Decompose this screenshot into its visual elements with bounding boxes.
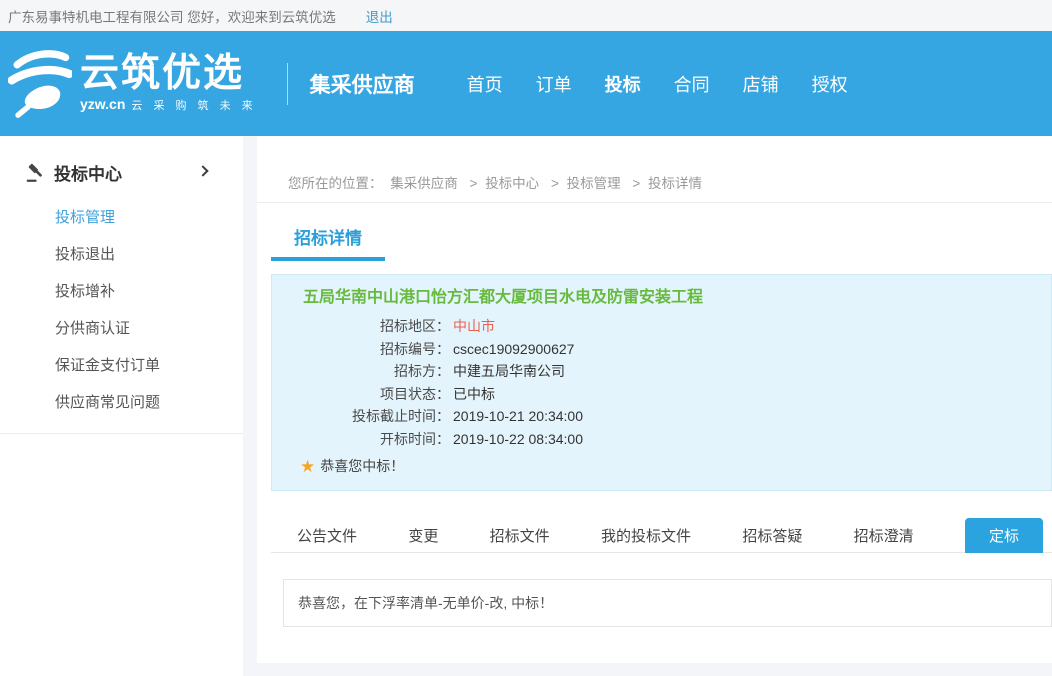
sidebar-section-bid-center[interactable]: 投标中心 <box>0 136 243 185</box>
congrats-row: ★ 恭喜您中标！ <box>300 456 1051 476</box>
tab-award[interactable]: 定标 <box>965 518 1043 553</box>
sidebar-item-bid-supplement[interactable]: 投标增补 <box>0 273 243 310</box>
breadcrumb-separator: > <box>632 176 640 191</box>
sidebar-item-supplier-certification[interactable]: 分供商认证 <box>0 310 243 347</box>
breadcrumb-bid-center[interactable]: 投标中心 <box>485 176 539 191</box>
sidebar-item-deposit-payment-orders[interactable]: 保证金支付订单 <box>0 347 243 384</box>
sidebar-item-supplier-faq[interactable]: 供应商常见问题 <box>0 384 243 421</box>
main-panel: 您所在的位置： 集采供应商 > 投标中心 > 投标管理 > 投标详情 招标详情 … <box>257 136 1052 663</box>
field-label: 招标编号： <box>272 338 450 361</box>
field-value-tender-number: cscec19092900627 <box>453 338 574 361</box>
nav-contracts[interactable]: 合同 <box>674 71 710 97</box>
tender-info-box: 五局华南中山港口怡方汇都大厦项目水电及防雷安装工程 招标地区： 中山市 招标编号… <box>271 274 1052 491</box>
main-column: 您所在的位置： 集采供应商 > 投标中心 > 投标管理 > 投标详情 招标详情 … <box>257 136 1052 676</box>
sidebar-divider <box>0 433 243 434</box>
field-label: 开标时间： <box>272 428 450 451</box>
brand-domain: yzw.cn <box>80 96 125 112</box>
field-row-tender-number: 招标编号： cscec19092900627 <box>272 338 1051 361</box>
brand-text: 云筑优选 yzw.cn 云 采 购 筑 未 来 <box>80 54 257 114</box>
project-fields: 招标地区： 中山市 招标编号： cscec19092900627 招标方： 中建… <box>272 315 1051 450</box>
tab-tender-qa[interactable]: 招标答疑 <box>742 525 802 546</box>
field-label: 招标方： <box>272 360 450 383</box>
field-label: 招标地区： <box>272 315 450 338</box>
breadcrumb-bid-management[interactable]: 投标管理 <box>567 176 621 191</box>
field-value-tenderer: 中建五局华南公司 <box>453 360 565 383</box>
breadcrumb-separator: > <box>551 176 559 191</box>
detail-tabs: 公告文件 变更 招标文件 我的投标文件 招标答疑 招标澄清 定标 <box>271 518 1052 553</box>
portal-title: 集采供应商 <box>310 69 415 99</box>
sidebar-menu: 投标管理 投标退出 投标增补 分供商认证 保证金支付订单 供应商常见问题 <box>0 199 243 421</box>
field-value-project-status: 已中标 <box>453 383 495 406</box>
field-value-bid-opening-time: 2019-10-22 08:34:00 <box>453 428 583 451</box>
nav-bidding[interactable]: 投标 <box>605 71 641 97</box>
brand-tagline: yzw.cn 云 采 购 筑 未 来 <box>80 96 257 113</box>
breadcrumb-separator: > <box>470 176 478 191</box>
brand-name: 云筑优选 <box>80 54 257 95</box>
field-row-project-status: 项目状态： 已中标 <box>272 383 1051 406</box>
tab-my-bid-files[interactable]: 我的投标文件 <box>601 525 691 546</box>
field-row-region: 招标地区： 中山市 <box>272 315 1051 338</box>
field-label: 投标截止时间： <box>272 405 450 428</box>
tab-tender-files[interactable]: 招标文件 <box>490 525 550 546</box>
logout-link[interactable]: 退出 <box>366 6 393 26</box>
project-title: 五局华南中山港口怡方汇都大厦项目水电及防雷安装工程 <box>303 287 1051 309</box>
chevron-right-icon[interactable] <box>197 165 208 176</box>
main-nav: 首页 订单 投标 合同 店铺 授权 <box>467 71 881 97</box>
sidebar-item-bid-withdrawal[interactable]: 投标退出 <box>0 236 243 273</box>
breadcrumb: 您所在的位置： 集采供应商 > 投标中心 > 投标管理 > 投标详情 <box>257 136 1052 203</box>
user-greeting: 广东易事特机电工程有限公司 您好，欢迎来到云筑优选 <box>8 6 336 26</box>
breadcrumb-supplier-portal[interactable]: 集采供应商 <box>390 176 458 191</box>
tab-tender-clarification[interactable]: 招标澄清 <box>854 525 914 546</box>
sidebar-section-title: 投标中心 <box>54 160 122 185</box>
sidebar: 投标中心 投标管理 投标退出 投标增补 分供商认证 保证金支付订单 供应商常见问… <box>0 136 243 676</box>
nav-home[interactable]: 首页 <box>467 71 503 97</box>
brand-slogan: 云 采 购 筑 未 来 <box>131 97 256 113</box>
cloud-logo-icon <box>8 48 72 120</box>
award-message-box: 恭喜您，在下浮率清单-无单价-改, 中标！ <box>283 579 1052 627</box>
header-divider <box>287 63 288 105</box>
breadcrumb-current: 投标详情 <box>648 176 702 191</box>
field-value-region: 中山市 <box>453 315 495 338</box>
field-row-bid-deadline: 投标截止时间： 2019-10-21 20:34:00 <box>272 405 1051 428</box>
congrats-text: 恭喜您中标！ <box>320 456 404 476</box>
brand-logo[interactable]: 云筑优选 yzw.cn 云 采 购 筑 未 来 <box>8 48 257 120</box>
field-row-tenderer: 招标方： 中建五局华南公司 <box>272 360 1051 383</box>
star-icon: ★ <box>300 458 315 475</box>
page-body: 投标中心 投标管理 投标退出 投标增补 分供商认证 保证金支付订单 供应商常见问… <box>0 136 1052 676</box>
nav-orders[interactable]: 订单 <box>536 71 572 97</box>
tab-announcement-files[interactable]: 公告文件 <box>297 525 357 546</box>
nav-store[interactable]: 店铺 <box>743 71 779 97</box>
gavel-icon <box>25 163 45 183</box>
tab-tender-details[interactable]: 招标详情 <box>271 224 385 261</box>
field-label: 项目状态： <box>272 383 450 406</box>
top-utility-bar: 广东易事特机电工程有限公司 您好，欢迎来到云筑优选 退出 <box>0 0 1052 31</box>
award-message: 恭喜您，在下浮率清单-无单价-改, 中标！ <box>298 593 553 613</box>
field-value-bid-deadline: 2019-10-21 20:34:00 <box>453 405 583 428</box>
nav-authorization[interactable]: 授权 <box>812 71 848 97</box>
site-header: 云筑优选 yzw.cn 云 采 购 筑 未 来 集采供应商 首页 订单 投标 合… <box>0 31 1052 136</box>
field-row-bid-opening-time: 开标时间： 2019-10-22 08:34:00 <box>272 428 1051 451</box>
tab-changes[interactable]: 变更 <box>408 525 438 546</box>
sidebar-item-bid-management[interactable]: 投标管理 <box>0 199 243 236</box>
breadcrumb-prefix: 您所在的位置： <box>288 176 383 191</box>
